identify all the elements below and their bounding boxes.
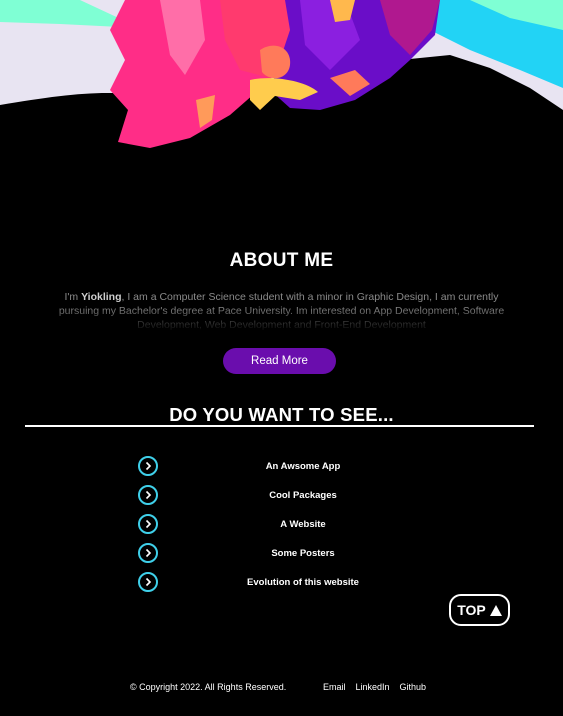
footer-link-email[interactable]: Email (323, 682, 346, 692)
about-paragraph: I'm Yiokling, I am a Computer Science st… (55, 290, 508, 332)
see-link-posters[interactable]: Some Posters (138, 542, 428, 571)
about-text-prefix: I'm (64, 291, 82, 303)
see-link-label[interactable]: An Awsome App (178, 461, 428, 472)
see-link-packages[interactable]: Cool Packages (138, 484, 428, 513)
see-link-label[interactable]: Some Posters (178, 548, 428, 559)
chevron-right-icon[interactable] (138, 456, 158, 476)
see-link-label[interactable]: Cool Packages (178, 490, 428, 501)
see-link-evolution[interactable]: Evolution of this website (138, 571, 428, 600)
see-link-app[interactable]: An Awsome App (138, 455, 428, 484)
chevron-right-icon[interactable] (138, 543, 158, 563)
footer-link-linkedin[interactable]: LinkedIn (356, 682, 390, 692)
back-to-top-button[interactable]: TOP (449, 594, 510, 626)
chevron-right-icon[interactable] (138, 485, 158, 505)
top-label[interactable]: TOP (457, 602, 486, 618)
copyright-text: © Copyright 2022. All Rights Reserved. (130, 682, 287, 692)
triangle-up-icon (489, 604, 502, 616)
see-section-title: DO YOU WANT TO SEE... (169, 404, 394, 425)
footer-link-github[interactable]: Github (400, 682, 427, 692)
see-link-label[interactable]: A Website (178, 519, 428, 530)
read-more-button[interactable]: Read More (223, 348, 336, 374)
about-title: ABOUT ME (229, 250, 334, 271)
hero-illustration (0, 0, 563, 220)
about-name: Yiokling (81, 291, 122, 303)
footer-links: Email LinkedIn Github (323, 682, 426, 692)
see-link-label[interactable]: Evolution of this website (178, 577, 428, 588)
see-section-divider (25, 425, 534, 427)
chevron-right-icon[interactable] (138, 572, 158, 592)
see-link-website[interactable]: A Website (138, 513, 428, 542)
see-links-list: An Awsome App Cool Packages A Website So… (138, 455, 428, 600)
chevron-right-icon[interactable] (138, 514, 158, 534)
about-fade-overlay (55, 306, 508, 332)
